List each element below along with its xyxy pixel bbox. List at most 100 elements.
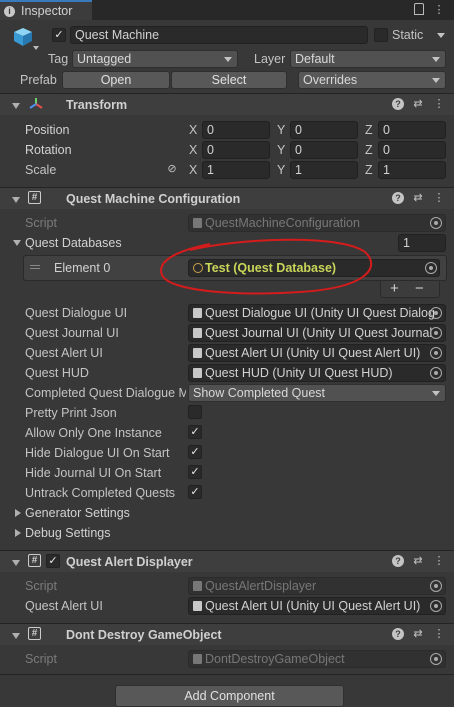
remove-element-button[interactable]: − [415,281,424,297]
script-file-icon [193,654,202,664]
layer-label: Layer [254,52,286,66]
component-icon [193,308,202,318]
completed-quest-dialogue-value: Show Completed Quest [193,386,326,400]
scale-y-field[interactable]: 1 [290,161,358,179]
static-checkbox[interactable] [374,28,388,42]
quest-hud-field[interactable]: Quest HUD (Unity UI Quest HUD) [188,364,446,382]
foldout-arrow-icon[interactable] [12,197,20,203]
more-icon[interactable]: ⋮ [433,4,445,16]
object-picker-icon[interactable] [430,600,442,612]
chevron-down-icon [432,78,440,83]
pretty-print-json-checkbox[interactable] [188,405,202,419]
prefab-open-button[interactable]: Open [62,71,170,89]
tag-dropdown[interactable]: Untagged [72,50,238,68]
quest-alert-ui-label: Quest Alert UI [25,346,103,360]
script-icon: # [28,191,41,204]
gameobject-cube-icon [12,26,34,48]
object-picker-icon[interactable] [430,367,442,379]
quest-hud-label: Quest HUD [25,366,89,380]
rotation-x-field[interactable]: 0 [202,141,270,159]
allow-only-one-instance-label: Allow Only One Instance [25,426,162,440]
script-label: Script [25,216,57,230]
preset-settings-icon[interactable]: ⇄ [412,192,424,204]
prefab-label: Prefab [20,73,57,87]
hide-journal-ui-on-start-checkbox[interactable]: ✓ [188,465,202,479]
untrack-completed-quests-checkbox[interactable]: ✓ [188,485,202,499]
scale-x-field[interactable]: 1 [202,161,270,179]
scale-z-field[interactable]: 1 [378,161,446,179]
rotation-y-field[interactable]: 0 [290,141,358,159]
debug-settings-foldout[interactable]: Debug Settings [25,525,110,541]
foldout-arrow-icon[interactable] [13,240,21,246]
prefab-select-button[interactable]: Select [171,71,287,89]
help-icon[interactable]: ? [392,192,404,204]
link-icon[interactable]: ⊘ [166,163,178,175]
component-icon [193,601,202,611]
component-icon [193,328,202,338]
chevron-down-icon [224,57,232,62]
info-icon: i [4,5,15,17]
quest-journal-ui-field[interactable]: Quest Journal UI (Unity UI Quest Journal [188,324,446,342]
script-value: QuestMachineConfiguration [205,216,360,230]
foldout-arrow-icon[interactable] [12,103,20,109]
script-label: Script [25,579,57,593]
static-dropdown-arrow[interactable] [437,33,445,38]
more-icon[interactable]: ⋮ [433,555,445,567]
object-picker-icon[interactable] [430,327,442,339]
rotation-z-field[interactable]: 0 [378,141,446,159]
quest-alert-ui-field[interactable]: Quest Alert UI (Unity UI Quest Alert UI) [188,344,446,362]
quest-dialogue-ui-field[interactable]: Quest Dialogue UI (Unity UI Quest Dialog [188,304,446,322]
help-icon[interactable]: ? [392,628,404,640]
overrides-label: Overrides [303,73,358,87]
position-y-field[interactable]: 0 [290,121,358,139]
help-icon[interactable]: ? [392,98,404,110]
help-icon[interactable]: ? [392,555,404,567]
object-picker-icon[interactable] [430,217,442,229]
ddg-title: Dont Destroy GameObject [66,628,222,642]
axis-z-label: Z [365,123,373,137]
generator-settings-foldout[interactable]: Generator Settings [25,505,130,521]
position-x-field[interactable]: 0 [202,121,270,139]
foldout-arrow-icon[interactable] [12,560,20,566]
script-label: Script [25,652,57,666]
quest-alert-ui-field[interactable]: Quest Alert UI (Unity UI Quest Alert UI) [188,597,446,615]
completed-quest-dialogue-dropdown[interactable]: Show Completed Quest [188,384,446,402]
more-icon[interactable]: ⋮ [433,98,445,110]
red-circle-annotation [160,238,373,295]
quest-alert-ui-value: Quest Alert UI (Unity UI Quest Alert UI) [205,346,421,360]
list-footer [380,281,440,298]
more-icon[interactable]: ⋮ [433,192,445,204]
add-element-button[interactable]: + [390,281,399,297]
quest-databases-size-field[interactable]: 1 [398,234,446,252]
component-enabled-checkbox[interactable]: ✓ [46,554,60,568]
foldout-arrow-icon[interactable] [15,529,21,537]
object-picker-icon[interactable] [430,347,442,359]
preset-settings-icon[interactable]: ⇄ [412,628,424,640]
drag-handle-icon[interactable] [30,265,40,266]
axis-x-label: X [189,163,198,177]
object-picker-icon[interactable] [425,262,437,274]
hide-journal-ui-on-start-label: Hide Journal UI On Start [25,466,162,480]
preset-settings-icon[interactable]: ⇄ [412,555,424,567]
position-z-field[interactable]: 0 [378,121,446,139]
more-icon[interactable]: ⋮ [433,628,445,640]
object-picker-icon[interactable] [430,307,442,319]
script-value: QuestAlertDisplayer [205,579,317,593]
prefab-overrides-dropdown[interactable]: Overrides [298,71,446,89]
object-picker-icon[interactable] [430,653,442,665]
add-component-button[interactable]: Add Component [115,685,344,707]
script-value: DontDestroyGameObject [205,652,345,666]
icon-dropdown-arrow[interactable] [33,46,39,50]
preset-settings-icon[interactable]: ⇄ [412,98,424,110]
lock-icon[interactable] [414,3,424,15]
completed-quest-dialogue-label: Completed Quest Dialogue M [25,386,186,400]
object-name-field[interactable]: Quest Machine [70,26,368,44]
object-picker-icon[interactable] [430,580,442,592]
active-checkbox[interactable]: ✓ [52,28,66,42]
allow-only-one-instance-checkbox[interactable]: ✓ [188,425,202,439]
foldout-arrow-icon[interactable] [15,509,21,517]
foldout-arrow-icon[interactable] [12,633,20,639]
tab-inspector[interactable]: i Inspector [0,0,92,20]
hide-dialogue-ui-on-start-checkbox[interactable]: ✓ [188,445,202,459]
layer-dropdown[interactable]: Default [290,50,446,68]
